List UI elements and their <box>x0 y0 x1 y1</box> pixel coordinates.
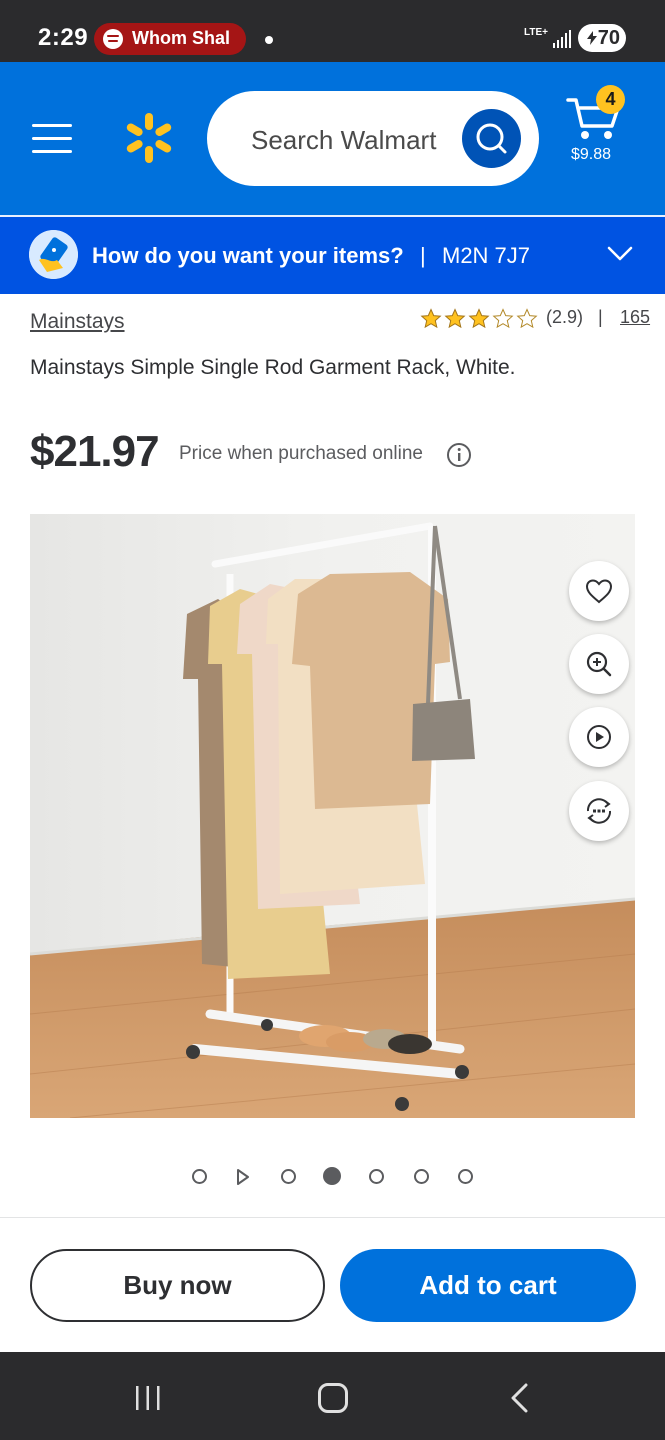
rating-star <box>420 308 442 329</box>
back-icon[interactable] <box>508 1382 532 1414</box>
view-360-button[interactable] <box>569 781 629 841</box>
brand-link[interactable]: Mainstays <box>30 310 125 334</box>
carousel-dot[interactable] <box>413 1169 429 1184</box>
notification-dot-icon <box>265 36 273 44</box>
status-bar: 2:29 Whom Shal LTE+ 70 <box>0 0 665 62</box>
product-image[interactable] <box>30 514 635 1118</box>
signal-icon <box>553 30 571 48</box>
fulfillment-icon <box>29 230 78 279</box>
media-playing-pill[interactable]: Whom Shal <box>94 23 246 55</box>
rating-star <box>492 308 514 329</box>
charging-icon <box>587 31 597 45</box>
status-time: 2:29 <box>38 24 89 51</box>
info-icon[interactable] <box>446 442 472 468</box>
carousel-dot[interactable] <box>323 1167 342 1185</box>
home-icon[interactable] <box>318 1383 348 1413</box>
search-input[interactable]: Search Walmart <box>207 91 539 186</box>
favorite-button[interactable] <box>569 561 629 621</box>
zoom-in-icon <box>586 651 612 677</box>
product-page: 2:29 Whom Shal LTE+ 70 Search Walmart 4 … <box>0 0 665 1440</box>
fulfillment-question: How do you want your items? <box>92 243 404 268</box>
zoom-button[interactable] <box>569 634 629 694</box>
carousel-dot[interactable] <box>192 1169 207 1184</box>
rating-star <box>444 308 466 329</box>
price-note: Price when purchased online <box>179 443 423 464</box>
video-button[interactable] <box>569 707 629 767</box>
fulfillment-separator: | <box>420 243 426 268</box>
add-to-cart-button[interactable]: Add to cart <box>340 1249 636 1322</box>
rating-separator: | <box>598 307 603 327</box>
product-title: Mainstays Simple Single Rod Garment Rack… <box>30 356 516 379</box>
rating-value: (2.9) <box>546 307 584 327</box>
media-title: Whom Shal <box>132 28 230 48</box>
review-count-link[interactable]: 165 <box>620 307 650 328</box>
carousel-dot[interactable] <box>369 1169 385 1184</box>
play-icon <box>587 725 611 749</box>
image-carousel-indicators <box>0 1160 665 1192</box>
menu-icon[interactable] <box>32 124 72 154</box>
carousel-dot[interactable] <box>280 1169 296 1184</box>
battery-indicator: 70 <box>578 24 626 52</box>
buy-now-button[interactable]: Buy now <box>30 1249 325 1322</box>
rating-stars <box>420 308 538 329</box>
search-placeholder: Search Walmart <box>251 125 437 155</box>
rating-star <box>468 308 490 329</box>
spotify-icon <box>103 29 123 49</box>
product-price: $21.97 <box>30 427 160 476</box>
carousel-video-indicator[interactable] <box>235 1168 251 1186</box>
battery-level: 70 <box>597 27 620 49</box>
heart-icon <box>585 579 613 604</box>
chevron-down-icon[interactable] <box>606 244 634 264</box>
postal-code: M2N 7J7 <box>442 243 531 268</box>
cart-count-badge: 4 <box>596 85 625 114</box>
carousel-dot[interactable] <box>457 1169 473 1184</box>
recents-icon[interactable] <box>134 1383 162 1413</box>
rotate-360-icon <box>586 798 612 824</box>
cart-total: $9.88 <box>570 146 612 163</box>
action-divider <box>0 1217 665 1218</box>
walmart-spark-icon[interactable] <box>122 111 176 165</box>
search-button[interactable] <box>462 109 521 168</box>
rating-star <box>516 308 538 329</box>
garment-rack-photo <box>30 514 635 1118</box>
network-type: LTE+ <box>524 27 548 38</box>
search-icon <box>476 123 507 154</box>
